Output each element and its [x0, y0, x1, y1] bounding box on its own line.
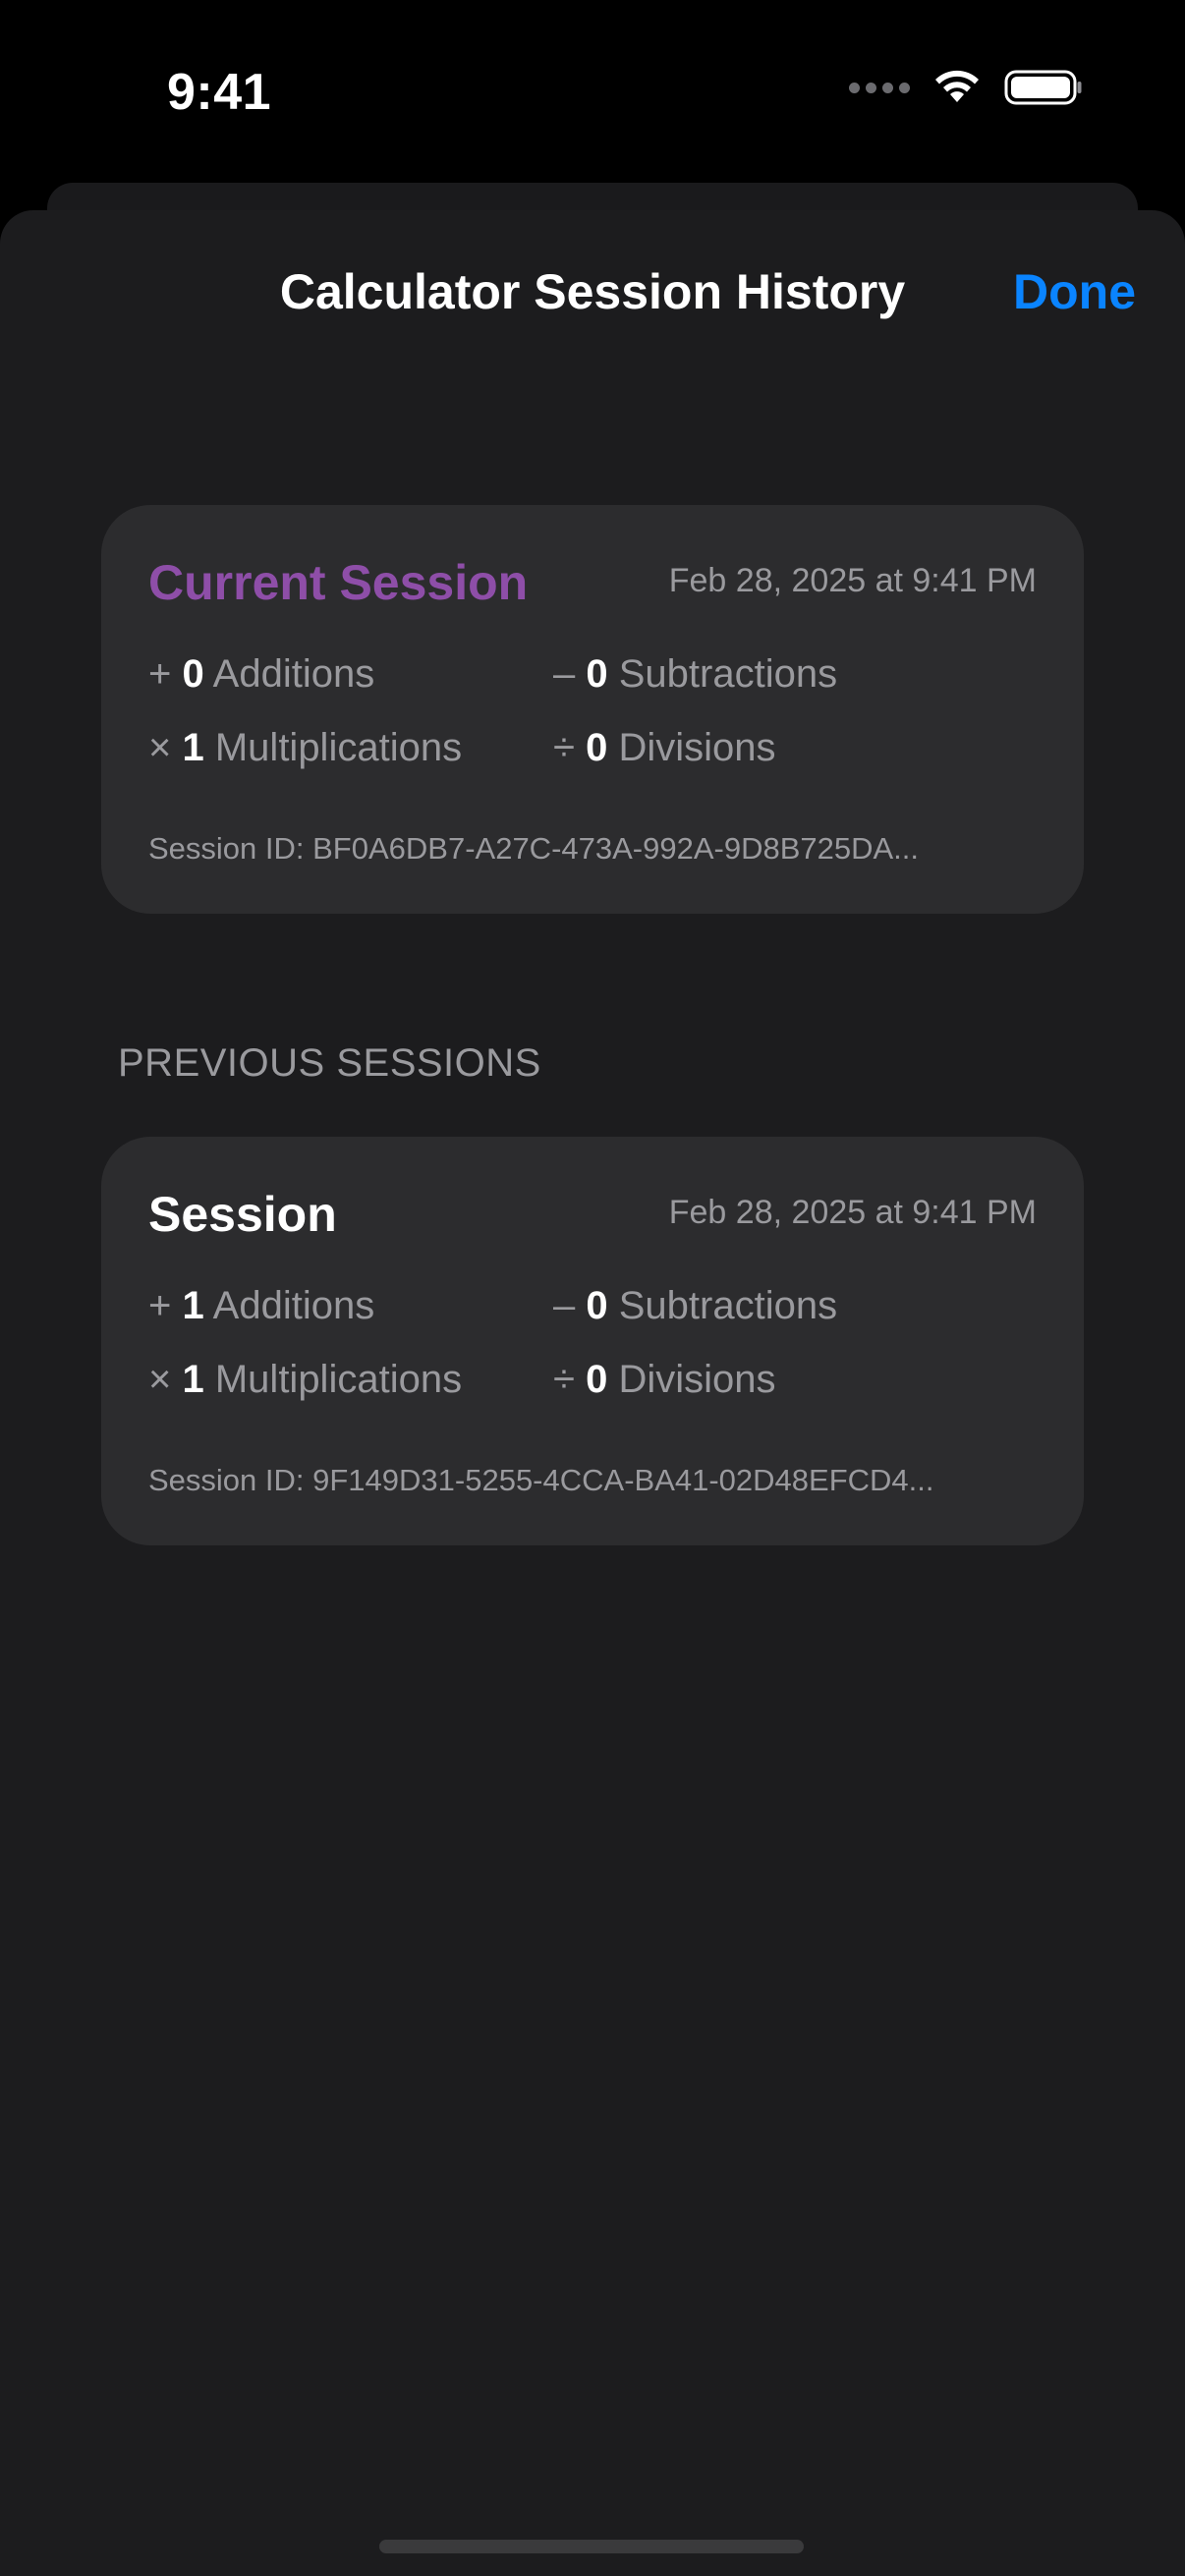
status-bar: 9:41 [0, 0, 1185, 187]
divisions-stat: ÷ 0 Divisions [553, 1358, 776, 1402]
battery-icon [1004, 70, 1082, 105]
additions-label: Additions [212, 1284, 375, 1327]
subtractions-count: 0 [586, 1284, 608, 1327]
additions-stat: + 0 Additions [148, 652, 374, 697]
subtractions-stat: – 0 Subtractions [553, 652, 837, 697]
previous-sessions-header: PREVIOUS SESSIONS [118, 1041, 541, 1085]
divisions-count: 0 [586, 726, 608, 769]
additions-count: 0 [182, 652, 204, 696]
divisions-label: Divisions [618, 1358, 776, 1401]
session-id: Session ID: BF0A6DB7-A27C-473A-992A-9D8B… [148, 831, 920, 866]
divide-icon: ÷ [553, 726, 575, 769]
multiply-icon: × [148, 726, 172, 769]
session-title: Session [148, 1187, 337, 1242]
divisions-label: Divisions [618, 726, 776, 769]
multiplications-count: 1 [182, 1358, 204, 1401]
current-session-card: Current Session Feb 28, 2025 at 9:41 PM … [101, 505, 1084, 914]
subtractions-count: 0 [586, 652, 608, 696]
previous-session-card[interactable]: Session Feb 28, 2025 at 9:41 PM + 1 Addi… [101, 1137, 1084, 1545]
cellular-signal-icon [849, 82, 910, 93]
multiplications-stat: × 1 Multiplications [148, 1358, 462, 1402]
divide-icon: ÷ [553, 1358, 575, 1401]
wifi-icon [935, 70, 979, 102]
subtractions-stat: – 0 Subtractions [553, 1284, 837, 1328]
multiplications-label: Multiplications [214, 1358, 463, 1401]
plus-icon: + [148, 1284, 172, 1327]
session-id: Session ID: 9F149D31-5255-4CCA-BA41-02D4… [148, 1463, 934, 1497]
multiply-icon: × [148, 1358, 172, 1401]
status-icons [849, 69, 1083, 106]
current-session-title: Current Session [148, 555, 529, 610]
additions-count: 1 [182, 1284, 204, 1327]
divisions-count: 0 [586, 1358, 608, 1401]
done-button[interactable]: Done [1013, 263, 1136, 320]
plus-icon: + [148, 652, 172, 696]
additions-label: Additions [212, 652, 375, 696]
home-indicator[interactable] [379, 2540, 804, 2553]
minus-icon: – [553, 652, 576, 696]
status-time: 9:41 [167, 64, 272, 121]
page-title: Calculator Session History [279, 264, 906, 319]
additions-stat: + 1 Additions [148, 1284, 374, 1328]
multiplications-label: Multiplications [214, 726, 463, 769]
multiplications-stat: × 1 Multiplications [148, 726, 462, 770]
subtractions-label: Subtractions [618, 652, 838, 696]
minus-icon: – [553, 1284, 576, 1327]
multiplications-count: 1 [182, 726, 204, 769]
session-date: Feb 28, 2025 at 9:41 PM [668, 1194, 1037, 1231]
divisions-stat: ÷ 0 Divisions [553, 726, 776, 770]
session-date: Feb 28, 2025 at 9:41 PM [668, 562, 1037, 599]
subtractions-label: Subtractions [618, 1284, 838, 1327]
